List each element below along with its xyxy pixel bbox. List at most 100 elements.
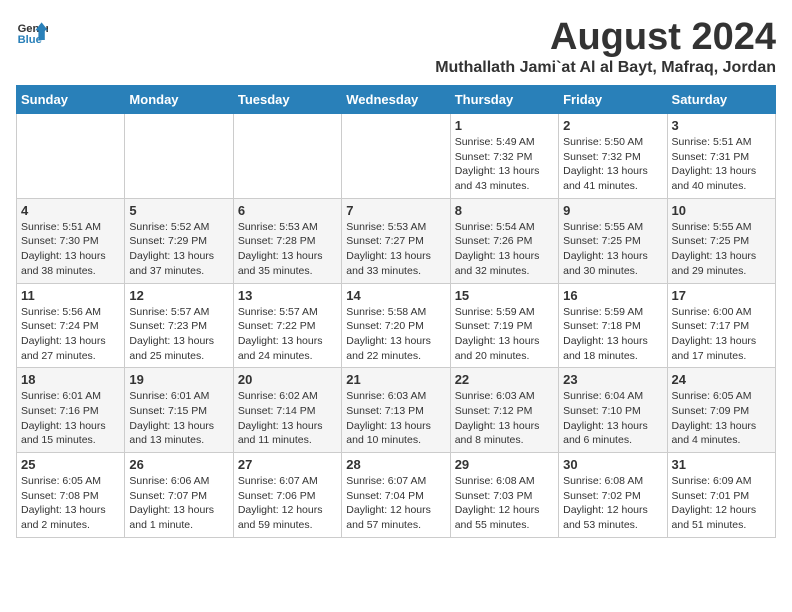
day-number: 16 <box>563 288 662 303</box>
day-info: Sunrise: 6:03 AM Sunset: 7:13 PM Dayligh… <box>346 389 445 448</box>
day-info: Sunrise: 6:09 AM Sunset: 7:01 PM Dayligh… <box>672 474 771 533</box>
day-number: 9 <box>563 203 662 218</box>
day-number: 14 <box>346 288 445 303</box>
day-cell: 31Sunrise: 6:09 AM Sunset: 7:01 PM Dayli… <box>667 453 775 538</box>
day-number: 3 <box>672 118 771 133</box>
day-number: 25 <box>21 457 120 472</box>
day-number: 18 <box>21 372 120 387</box>
day-cell <box>233 114 341 199</box>
day-cell: 26 Sunrise: 6:06 AM Sunset: 7:07 PM Dayli… <box>125 453 233 538</box>
day-cell: 24Sunrise: 6:05 AM Sunset: 7:09 PM Dayli… <box>667 368 775 453</box>
day-cell: 2 Sunrise: 5:50 AM Sunset: 7:32 PM Daylig… <box>559 114 667 199</box>
day-info: Sunrise: 6:07 AM Sunset: 7:06 PM Dayligh… <box>238 474 337 533</box>
week-row-3: 11 Sunrise: 5:56 AM Sunset: 7:24 PM Dayli… <box>17 283 776 368</box>
day-cell: 4 Sunrise: 5:51 AM Sunset: 7:30 PM Daylig… <box>17 198 125 283</box>
day-cell: 13 Sunrise: 5:57 AM Sunset: 7:22 PM Dayli… <box>233 283 341 368</box>
calendar-table: SundayMondayTuesdayWednesdayThursdayFrid… <box>16 85 776 538</box>
day-cell: 22 Sunrise: 6:03 AM Sunset: 7:12 PM Dayli… <box>450 368 558 453</box>
day-info: Sunrise: 5:59 AM Sunset: 7:18 PM Dayligh… <box>563 305 662 364</box>
day-cell: 16 Sunrise: 5:59 AM Sunset: 7:18 PM Dayli… <box>559 283 667 368</box>
day-cell: 25Sunrise: 6:05 AM Sunset: 7:08 PM Dayli… <box>17 453 125 538</box>
svg-text:Blue: Blue <box>18 34 42 46</box>
column-header-sunday: Sunday <box>17 86 125 114</box>
column-header-tuesday: Tuesday <box>233 86 341 114</box>
day-info: Sunrise: 5:54 AM Sunset: 7:26 PM Dayligh… <box>455 220 554 279</box>
day-cell: 19 Sunrise: 6:01 AM Sunset: 7:15 PM Dayli… <box>125 368 233 453</box>
day-info: Sunrise: 6:07 AM Sunset: 7:04 PM Dayligh… <box>346 474 445 533</box>
subtitle: Muthallath Jami`at Al al Bayt, Mafraq, J… <box>435 59 776 77</box>
column-header-saturday: Saturday <box>667 86 775 114</box>
day-cell <box>125 114 233 199</box>
day-info: Sunrise: 6:08 AM Sunset: 7:02 PM Dayligh… <box>563 474 662 533</box>
day-info: Sunrise: 5:51 AM Sunset: 7:31 PM Dayligh… <box>672 135 771 194</box>
column-header-monday: Monday <box>125 86 233 114</box>
day-info: Sunrise: 5:55 AM Sunset: 7:25 PM Dayligh… <box>672 220 771 279</box>
day-number: 11 <box>21 288 120 303</box>
column-header-wednesday: Wednesday <box>342 86 450 114</box>
day-cell: 1 Sunrise: 5:49 AM Sunset: 7:32 PM Daylig… <box>450 114 558 199</box>
day-info: Sunrise: 6:01 AM Sunset: 7:16 PM Dayligh… <box>21 389 120 448</box>
main-title: August 2024 <box>435 16 776 59</box>
day-info: Sunrise: 5:51 AM Sunset: 7:30 PM Dayligh… <box>21 220 120 279</box>
day-cell: 3 Sunrise: 5:51 AM Sunset: 7:31 PM Daylig… <box>667 114 775 199</box>
page-header: General Blue August 2024 Muthallath Jami… <box>16 16 776 77</box>
day-cell: 9Sunrise: 5:55 AM Sunset: 7:25 PM Daylig… <box>559 198 667 283</box>
day-cell: 6Sunrise: 5:53 AM Sunset: 7:28 PM Daylig… <box>233 198 341 283</box>
day-number: 12 <box>129 288 228 303</box>
day-number: 2 <box>563 118 662 133</box>
day-cell: 28 Sunrise: 6:07 AM Sunset: 7:04 PM Dayli… <box>342 453 450 538</box>
week-row-5: 25Sunrise: 6:05 AM Sunset: 7:08 PM Dayli… <box>17 453 776 538</box>
day-info: Sunrise: 6:08 AM Sunset: 7:03 PM Dayligh… <box>455 474 554 533</box>
day-number: 21 <box>346 372 445 387</box>
day-number: 24 <box>672 372 771 387</box>
day-number: 26 <box>129 457 228 472</box>
day-number: 15 <box>455 288 554 303</box>
header-row: SundayMondayTuesdayWednesdayThursdayFrid… <box>17 86 776 114</box>
day-info: Sunrise: 6:03 AM Sunset: 7:12 PM Dayligh… <box>455 389 554 448</box>
day-info: Sunrise: 5:56 AM Sunset: 7:24 PM Dayligh… <box>21 305 120 364</box>
day-info: Sunrise: 6:00 AM Sunset: 7:17 PM Dayligh… <box>672 305 771 364</box>
day-number: 22 <box>455 372 554 387</box>
day-cell: 8 Sunrise: 5:54 AM Sunset: 7:26 PM Daylig… <box>450 198 558 283</box>
day-number: 19 <box>129 372 228 387</box>
day-cell: 11 Sunrise: 5:56 AM Sunset: 7:24 PM Dayli… <box>17 283 125 368</box>
day-info: Sunrise: 5:57 AM Sunset: 7:23 PM Dayligh… <box>129 305 228 364</box>
day-info: Sunrise: 5:50 AM Sunset: 7:32 PM Dayligh… <box>563 135 662 194</box>
title-section: August 2024 Muthallath Jami`at Al al Bay… <box>435 16 776 77</box>
day-info: Sunrise: 5:49 AM Sunset: 7:32 PM Dayligh… <box>455 135 554 194</box>
day-number: 8 <box>455 203 554 218</box>
day-number: 5 <box>129 203 228 218</box>
day-info: Sunrise: 6:06 AM Sunset: 7:07 PM Dayligh… <box>129 474 228 533</box>
day-info: Sunrise: 5:59 AM Sunset: 7:19 PM Dayligh… <box>455 305 554 364</box>
day-cell: 18 Sunrise: 6:01 AM Sunset: 7:16 PM Dayli… <box>17 368 125 453</box>
day-number: 23 <box>563 372 662 387</box>
day-number: 13 <box>238 288 337 303</box>
day-cell <box>17 114 125 199</box>
day-number: 30 <box>563 457 662 472</box>
day-cell: 14Sunrise: 5:58 AM Sunset: 7:20 PM Dayli… <box>342 283 450 368</box>
day-number: 4 <box>21 203 120 218</box>
day-number: 28 <box>346 457 445 472</box>
week-row-4: 18 Sunrise: 6:01 AM Sunset: 7:16 PM Dayli… <box>17 368 776 453</box>
week-row-2: 4 Sunrise: 5:51 AM Sunset: 7:30 PM Daylig… <box>17 198 776 283</box>
day-number: 7 <box>346 203 445 218</box>
day-cell: 23 Sunrise: 6:04 AM Sunset: 7:10 PM Dayli… <box>559 368 667 453</box>
day-cell: 5Sunrise: 5:52 AM Sunset: 7:29 PM Daylig… <box>125 198 233 283</box>
day-info: Sunrise: 5:57 AM Sunset: 7:22 PM Dayligh… <box>238 305 337 364</box>
day-info: Sunrise: 6:01 AM Sunset: 7:15 PM Dayligh… <box>129 389 228 448</box>
day-cell: 21 Sunrise: 6:03 AM Sunset: 7:13 PM Dayli… <box>342 368 450 453</box>
day-cell: 30 Sunrise: 6:08 AM Sunset: 7:02 PM Dayli… <box>559 453 667 538</box>
day-cell: 7Sunrise: 5:53 AM Sunset: 7:27 PM Daylig… <box>342 198 450 283</box>
day-cell <box>342 114 450 199</box>
day-number: 1 <box>455 118 554 133</box>
day-cell: 27Sunrise: 6:07 AM Sunset: 7:06 PM Dayli… <box>233 453 341 538</box>
day-cell: 29 Sunrise: 6:08 AM Sunset: 7:03 PM Dayli… <box>450 453 558 538</box>
column-header-thursday: Thursday <box>450 86 558 114</box>
day-number: 29 <box>455 457 554 472</box>
day-cell: 17Sunrise: 6:00 AM Sunset: 7:17 PM Dayli… <box>667 283 775 368</box>
day-info: Sunrise: 5:53 AM Sunset: 7:28 PM Dayligh… <box>238 220 337 279</box>
day-info: Sunrise: 6:02 AM Sunset: 7:14 PM Dayligh… <box>238 389 337 448</box>
day-info: Sunrise: 6:04 AM Sunset: 7:10 PM Dayligh… <box>563 389 662 448</box>
week-row-1: 1 Sunrise: 5:49 AM Sunset: 7:32 PM Daylig… <box>17 114 776 199</box>
day-cell: 10Sunrise: 5:55 AM Sunset: 7:25 PM Dayli… <box>667 198 775 283</box>
